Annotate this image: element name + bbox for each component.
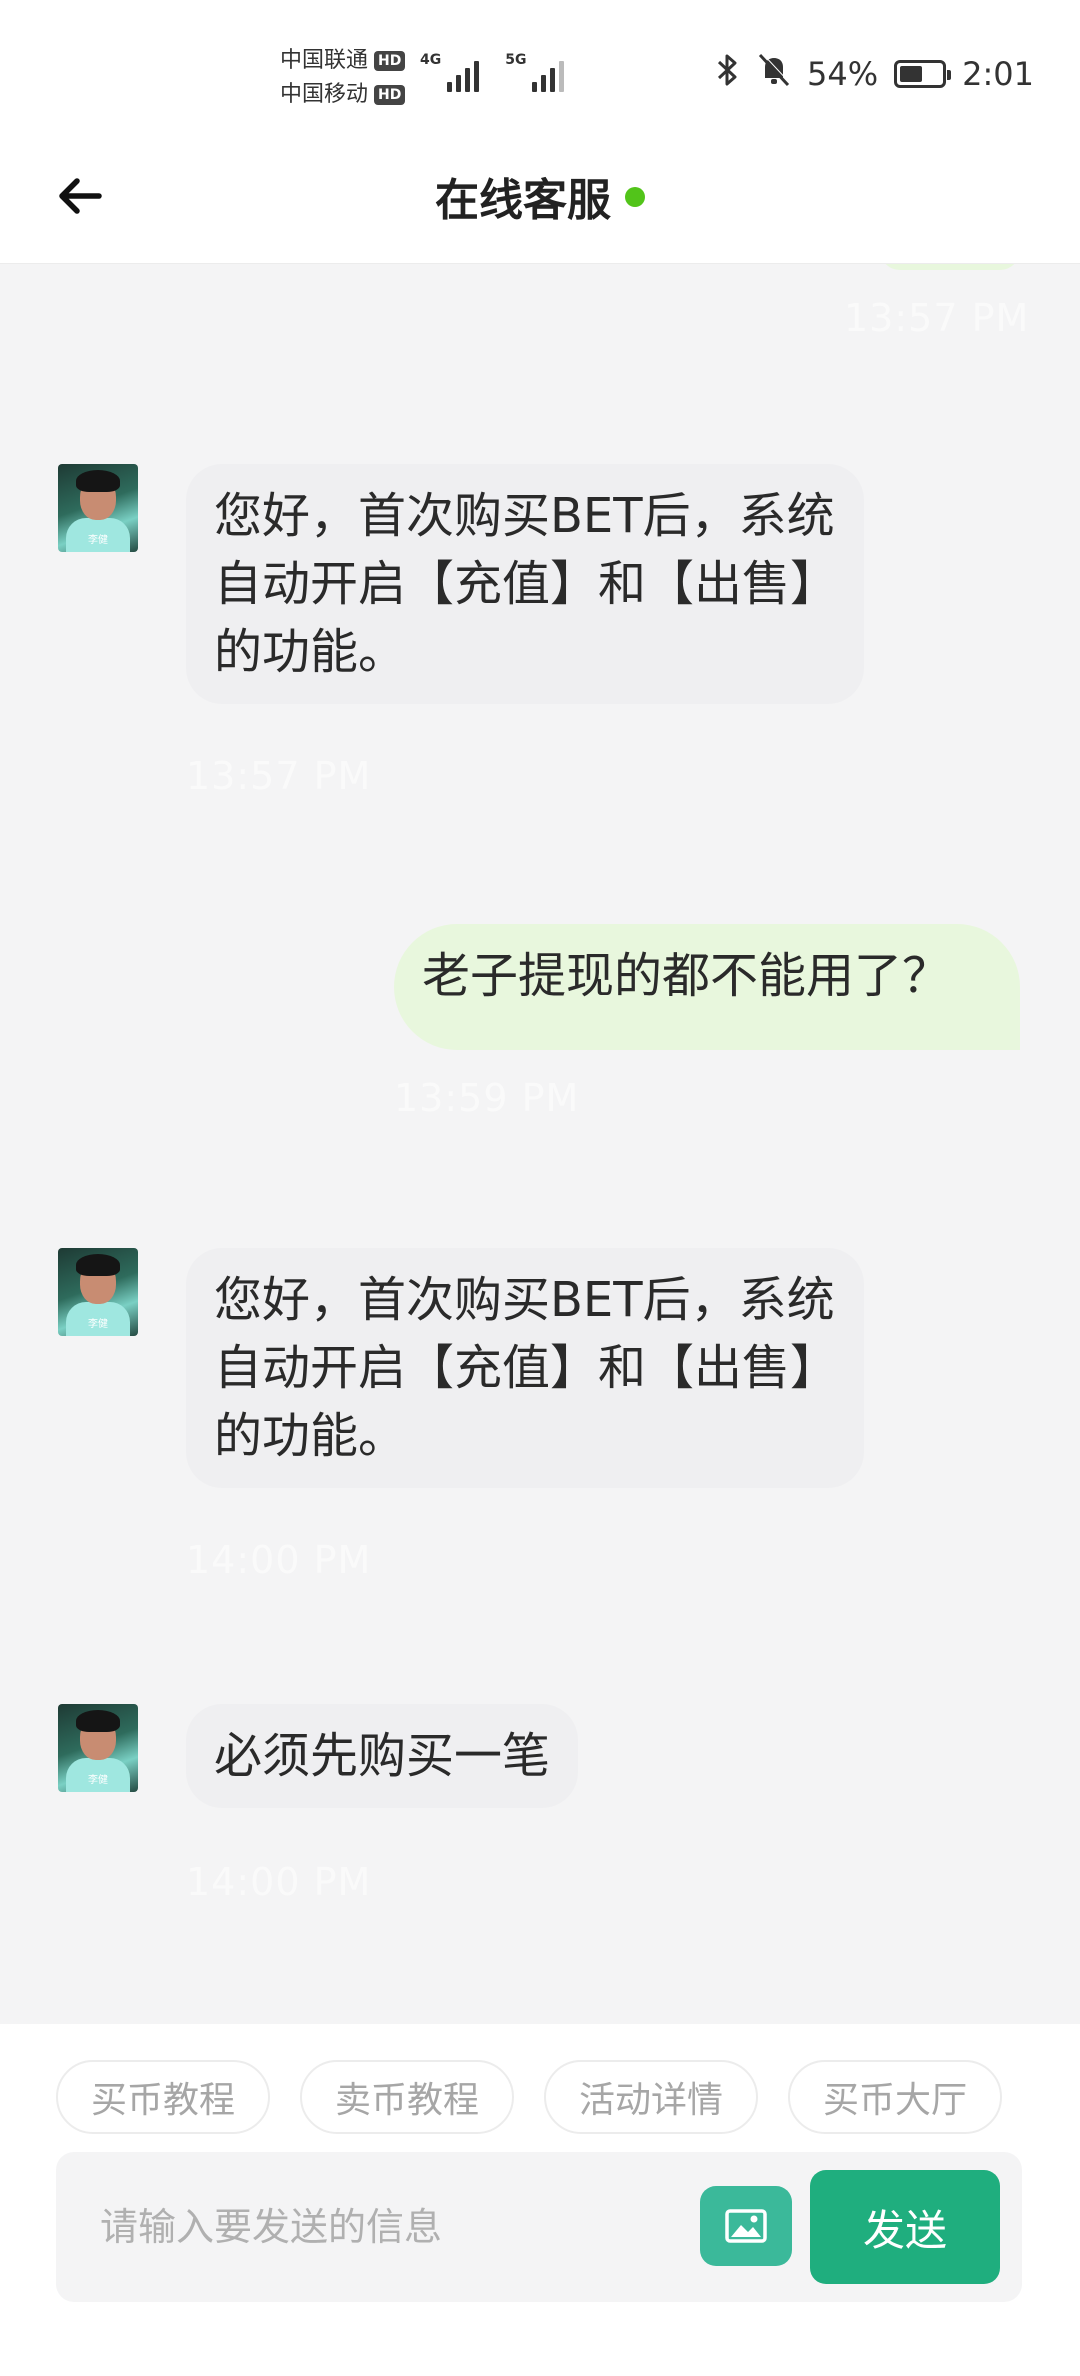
message-input[interactable] <box>100 2192 720 2262</box>
message-time: 13:57 PM <box>844 296 1030 340</box>
chat-screen: 中国联通 HD 中国移动 HD 4G 5G 54% 2:01 在线客服 13:5… <box>0 0 1080 2376</box>
carrier-1-label: 中国联通 <box>280 48 369 73</box>
message-time: 13:59 PM <box>394 1076 580 1120</box>
quick-reply-buy-hall[interactable]: 买币大厅 <box>788 2060 1002 2134</box>
message-composer: 发送 <box>56 2152 1022 2302</box>
signal-5g-icon: 5G <box>505 52 565 92</box>
quick-reply-bar: 买币教程 卖币教程 活动详情 买币大厅 <box>56 2060 1002 2134</box>
chat-header: 在线客服 <box>0 140 1080 264</box>
quick-reply-event-details[interactable]: 活动详情 <box>544 2060 758 2134</box>
composer-area: 买币教程 卖币教程 活动详情 买币大厅 发送 <box>0 2024 1080 2376</box>
message-list[interactable]: 13:57 PM 李健 您好，首次购买BET后，系统自动开启【充值】和【出售】的… <box>0 264 1080 2024</box>
message-time: 14:00 PM <box>186 1538 372 1582</box>
network-type-1: 4G <box>420 52 442 68</box>
status-right: 54% 2:01 <box>715 52 1034 96</box>
agent-avatar[interactable]: 李健 <box>58 1248 138 1336</box>
header-title-group: 在线客服 <box>0 164 1080 228</box>
message-bubble-incoming: 必须先购买一笔 <box>186 1704 579 1808</box>
quick-reply-sell-tutorial[interactable]: 卖币教程 <box>300 2060 514 2134</box>
message-bubble-incoming: 您好，首次购买BET后，系统自动开启【充值】和【出售】的功能。 <box>186 1248 864 1488</box>
hd-badge: HD <box>374 51 406 71</box>
carrier-info: 中国联通 HD 中国移动 HD <box>280 44 406 112</box>
image-upload-button[interactable] <box>700 2186 792 2266</box>
online-status-dot <box>625 187 645 207</box>
avatar-caption: 李健 <box>88 535 108 546</box>
message-bubble-outgoing-partial <box>880 264 1020 270</box>
message-bubble-outgoing: 老子提现的都不能用了？ <box>394 924 1020 1050</box>
send-button[interactable]: 发送 <box>810 2170 1000 2284</box>
signal-indicators: 4G 5G <box>420 52 565 92</box>
battery-percent: 54% <box>807 55 879 93</box>
battery-icon <box>894 60 952 88</box>
battery-fill <box>900 66 922 82</box>
hd-badge: HD <box>374 85 406 105</box>
quick-reply-buy-tutorial[interactable]: 买币教程 <box>56 2060 270 2134</box>
message-time: 14:00 PM <box>186 1860 372 1904</box>
avatar-caption: 李健 <box>88 1319 108 1330</box>
agent-avatar[interactable]: 李健 <box>58 1704 138 1792</box>
avatar-caption: 李健 <box>88 1775 108 1786</box>
image-icon <box>725 2209 767 2243</box>
mute-bell-icon <box>757 52 791 96</box>
signal-4g-icon: 4G <box>420 52 480 92</box>
message-time: 13:57 PM <box>186 754 372 798</box>
clock: 2:01 <box>962 55 1034 93</box>
bluetooth-icon <box>715 52 741 96</box>
page-title: 在线客服 <box>435 175 611 226</box>
network-type-2: 5G <box>505 52 527 68</box>
agent-avatar[interactable]: 李健 <box>58 464 138 552</box>
status-bar: 中国联通 HD 中国移动 HD 4G 5G 54% 2:01 <box>0 0 1080 140</box>
message-bubble-incoming: 您好，首次购买BET后，系统自动开启【充值】和【出售】的功能。 <box>186 464 864 704</box>
carrier-2-label: 中国移动 <box>280 82 369 107</box>
